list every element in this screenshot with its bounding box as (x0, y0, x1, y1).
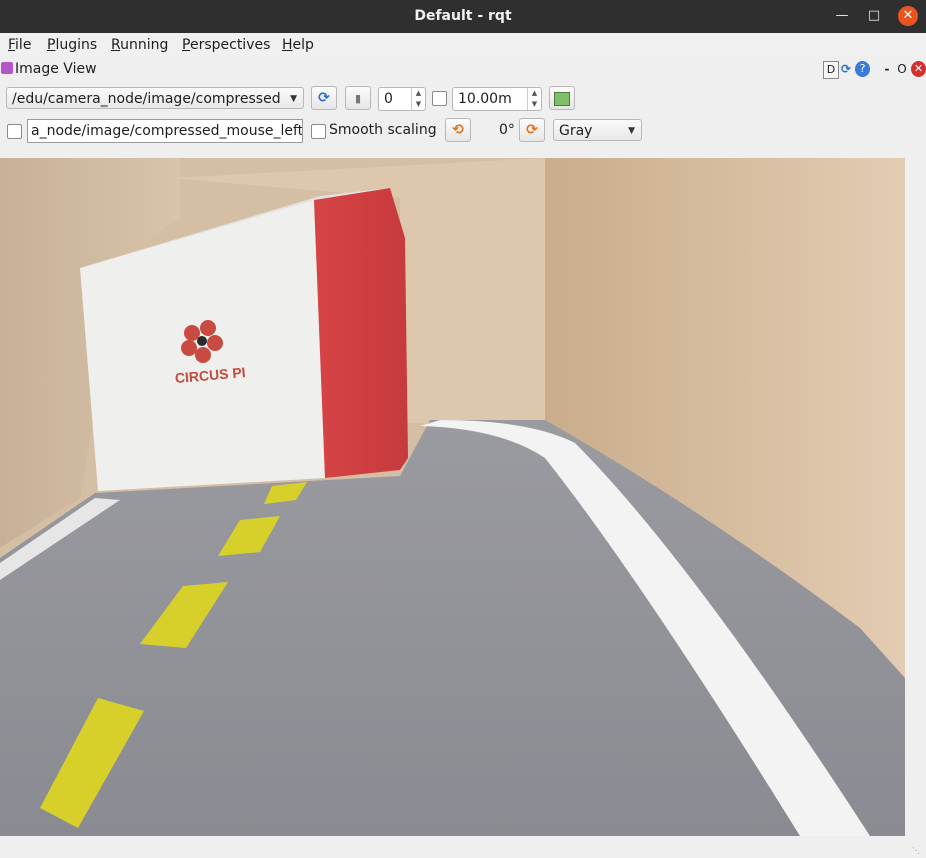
minimize-window-button[interactable]: — (832, 6, 852, 26)
menu-file[interactable]: File (8, 37, 31, 53)
topic-value: /edu/camera_node/image/compressed (12, 91, 281, 107)
menu-running[interactable]: Running (111, 37, 168, 53)
dock-button[interactable]: D (823, 61, 839, 79)
rotate-left-button[interactable]: ⟲ (445, 118, 471, 142)
menu-perspectives[interactable]: Perspectives (182, 37, 270, 53)
close-window-button[interactable]: ✕ (898, 6, 918, 26)
spin-arrows-icon[interactable]: ▲ ▼ (411, 88, 425, 110)
color-scheme-combobox[interactable]: Gray ▼ (553, 119, 642, 141)
save-image-button[interactable] (549, 86, 575, 110)
pause-button[interactable]: ▮ (345, 86, 371, 110)
box-side (314, 188, 408, 478)
close-plugin-icon[interactable]: ✕ (911, 61, 926, 77)
refresh-topics-button[interactable]: ⟳ (311, 86, 337, 110)
timeout-spinbox[interactable]: 10.00m ▲ ▼ (452, 87, 542, 111)
plugin-title: Image View (15, 61, 97, 77)
rotation-label: 0° (499, 122, 515, 138)
queue-spinbox[interactable]: 0 ▲ ▼ (378, 87, 426, 111)
color-scheme-value: Gray (559, 123, 593, 139)
queue-value: 0 (384, 91, 393, 107)
smooth-scaling-label: Smooth scaling (329, 122, 437, 138)
spin-arrows-icon[interactable]: ▲ ▼ (527, 88, 541, 110)
mouse-topic-input[interactable]: a_node/image/compressed_mouse_left (27, 119, 303, 143)
image-save-icon (554, 92, 570, 106)
help-icon[interactable]: ? (855, 61, 870, 77)
camera-image[interactable]: CIRCUS PI (0, 158, 905, 836)
window-title: Default - rqt (414, 8, 512, 24)
window-titlebar: Default - rqt — □ ✕ (0, 0, 926, 33)
float-plugin-button[interactable]: O (896, 61, 908, 77)
minimize-plugin-button[interactable]: - (881, 61, 893, 77)
chevron-down-icon: ▼ (628, 126, 635, 136)
mouse-publish-checkbox[interactable] (7, 124, 22, 139)
resize-grip-icon[interactable]: ⋱ (912, 846, 922, 856)
menu-plugins[interactable]: Plugins (47, 37, 97, 53)
smooth-scaling-checkbox[interactable] (311, 124, 326, 139)
refresh-icon: ⟳ (318, 90, 330, 106)
topic-combobox[interactable]: /edu/camera_node/image/compressed ▼ (6, 87, 304, 109)
reload-icon[interactable]: ⟳ (838, 61, 854, 77)
timeout-value: 10.00m (458, 91, 512, 107)
menu-help[interactable]: Help (282, 37, 314, 53)
maximize-window-button[interactable]: □ (864, 6, 884, 26)
mouse-topic-value: a_node/image/compressed_mouse_left (31, 123, 303, 139)
timeout-checkbox[interactable] (432, 91, 447, 106)
rotate-right-icon: ⟳ (526, 122, 538, 138)
menu-bar: File Plugins Running Perspectives Help (0, 33, 926, 57)
rotate-left-icon: ⟲ (452, 122, 464, 138)
chevron-down-icon: ▼ (290, 94, 297, 104)
image-view-icon (1, 62, 13, 74)
rotate-right-button[interactable]: ⟳ (519, 118, 545, 142)
pause-icon: ▮ (354, 92, 362, 105)
